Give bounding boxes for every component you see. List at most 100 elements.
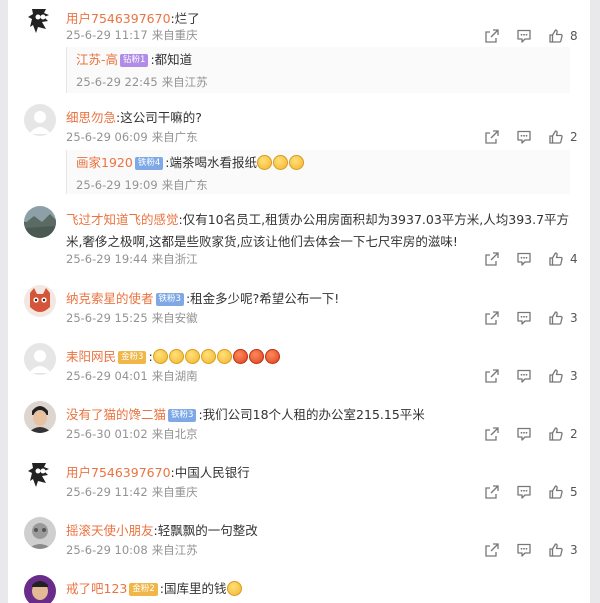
- location: 来自北京: [151, 427, 198, 441]
- laugh-cry-emoji-icon: [288, 155, 304, 170]
- thumbs-up-icon[interactable]: [548, 129, 564, 145]
- comment-text: :租金多少呢?希望公布一下!: [185, 291, 340, 306]
- comment-text-line: 飞过才知道飞的感觉:仅有10名员工,租赁办公用房面积却为3937.03平方米,人…: [66, 209, 576, 253]
- thumbs-up-icon[interactable]: [548, 542, 564, 558]
- avatar[interactable]: [24, 401, 56, 433]
- comment-item: 用户7546397670:烂了 25-6-29 11:17 来自重庆 8 江苏-高…: [24, 5, 580, 93]
- like-count: 4: [570, 252, 578, 266]
- username[interactable]: 摇滚天使小朋友: [66, 523, 154, 538]
- timestamp: 25-6-30 01:02: [66, 427, 148, 441]
- comment-icon[interactable]: [516, 368, 532, 384]
- location: 来自江苏: [161, 75, 208, 89]
- comment-actions: 2: [468, 129, 580, 145]
- location: 来自湖南: [151, 369, 198, 383]
- avatar[interactable]: [24, 575, 56, 603]
- timestamp: 25-6-29 15:25: [66, 311, 148, 325]
- share-icon[interactable]: [484, 426, 500, 442]
- avatar[interactable]: [24, 285, 56, 317]
- share-icon[interactable]: [484, 310, 500, 326]
- angry-emoji-icon: [264, 349, 280, 364]
- username[interactable]: 飞过才知道飞的感觉: [66, 212, 179, 227]
- fan-badge: 金粉2: [129, 583, 158, 596]
- like-count: 5: [570, 485, 578, 499]
- comment-text-line: 没有了猫的馋二猫 铁粉3:我们公司18个人租的办公室215.15平米: [66, 404, 576, 426]
- like-count: 3: [570, 543, 578, 557]
- share-icon[interactable]: [484, 251, 500, 267]
- avatar[interactable]: [24, 517, 56, 549]
- thumbs-up-icon[interactable]: [548, 28, 564, 44]
- comment-item: 戒了吧123 金粉2:国库里的钱: [24, 575, 580, 603]
- angry-emoji-icon: [248, 349, 264, 364]
- comment-actions: 2: [468, 426, 580, 442]
- comment-icon[interactable]: [516, 542, 532, 558]
- comment-actions: 4: [468, 251, 580, 267]
- comment-meta: 25-6-29 11:42 来自重庆: [66, 484, 198, 500]
- username[interactable]: 细思勿急: [66, 110, 116, 125]
- avatar[interactable]: [24, 104, 56, 136]
- fan-badge: 铁粉4: [134, 157, 164, 170]
- reply-meta: 25-6-29 22:45 来自江苏: [76, 74, 208, 90]
- comment-item: 细思勿急:这公司干嘛的? 25-6-29 06:09 来自广东 2 画家1920 铁…: [24, 104, 580, 194]
- location: 来自浙江: [151, 252, 198, 266]
- thumbs-up-icon[interactable]: [548, 426, 564, 442]
- share-icon[interactable]: [484, 368, 500, 384]
- like-count: 2: [570, 427, 578, 441]
- avatar[interactable]: [24, 5, 56, 37]
- comment-icon[interactable]: [516, 484, 532, 500]
- username[interactable]: 没有了猫的馋二猫: [66, 407, 166, 422]
- laugh-cry-emoji-icon: [272, 155, 288, 170]
- avatar[interactable]: [24, 343, 56, 375]
- comment-icon[interactable]: [516, 129, 532, 145]
- share-icon[interactable]: [484, 129, 500, 145]
- comment-meta: 25-6-29 19:44 来自浙江: [66, 251, 198, 267]
- timestamp: 25-6-29 10:08: [66, 543, 148, 557]
- username[interactable]: 戒了吧123: [66, 581, 127, 596]
- window-frame-left: [0, 0, 8, 603]
- fan-badge: 钻粉1: [120, 54, 149, 67]
- fan-badge: 铁粉3: [155, 293, 184, 306]
- comment-icon[interactable]: [516, 426, 532, 442]
- reply-meta: 25-6-29 19:09 来自广东: [76, 177, 208, 193]
- avatar[interactable]: [24, 206, 56, 238]
- thumbs-up-icon[interactable]: [548, 484, 564, 500]
- location: 来自广东: [151, 130, 198, 144]
- comment-actions: 5: [468, 484, 580, 500]
- comment-actions: 8: [468, 28, 580, 44]
- reply-text-line: 画家1920 铁粉4:端茶喝水看报纸: [76, 153, 305, 173]
- thumbs-up-icon[interactable]: [548, 310, 564, 326]
- comment-actions: 3: [468, 310, 580, 326]
- reply-username[interactable]: 画家1920: [76, 155, 133, 170]
- emoji-icon: [200, 349, 216, 364]
- reply-username[interactable]: 江苏-高: [76, 52, 118, 67]
- timestamp: 25-6-29 04:01: [66, 369, 148, 383]
- window-frame-right: [590, 0, 600, 603]
- reply-text-line: 江苏-高 钻粉1:都知道: [76, 50, 192, 70]
- thumbs-up-icon[interactable]: [548, 251, 564, 267]
- comment-text-line: 纳克索星的使者 铁粉3:租金多少呢?希望公布一下!: [66, 288, 576, 310]
- avatar[interactable]: [24, 459, 56, 491]
- comment-icon[interactable]: [516, 28, 532, 44]
- username[interactable]: 用户7546397670: [66, 11, 171, 26]
- location: 来自广东: [161, 178, 208, 192]
- share-icon[interactable]: [484, 28, 500, 44]
- share-icon[interactable]: [484, 542, 500, 558]
- comment-actions: 3: [468, 542, 580, 558]
- timestamp: 25-6-29 11:17: [66, 28, 148, 42]
- comment-meta: 25-6-29 06:09 来自广东: [66, 129, 198, 145]
- username[interactable]: 用户7546397670: [66, 465, 171, 480]
- comment-text: :中国人民银行: [170, 465, 250, 480]
- comment-actions: 3: [468, 368, 580, 384]
- comment-text-line: 用户7546397670:中国人民银行: [66, 462, 576, 484]
- comment-meta: 25-6-30 01:02 来自北京: [66, 426, 198, 442]
- comment-icon[interactable]: [516, 310, 532, 326]
- username[interactable]: 耒阳网民: [66, 349, 116, 364]
- comment-item: 纳克索星的使者 铁粉3:租金多少呢?希望公布一下! 25-6-29 15:25 来自…: [24, 285, 580, 325]
- comment-icon[interactable]: [516, 251, 532, 267]
- comment-text: :这公司干嘛的?: [116, 110, 202, 125]
- username[interactable]: 纳克索星的使者: [66, 291, 154, 306]
- comment-text: :我们公司18个人租的办公室215.15平米: [198, 407, 425, 422]
- comment-text: :国库里的钱: [159, 581, 227, 596]
- thumbs-up-icon[interactable]: [548, 368, 564, 384]
- comment-meta: 25-6-29 11:17 来自重庆: [66, 27, 198, 43]
- share-icon[interactable]: [484, 484, 500, 500]
